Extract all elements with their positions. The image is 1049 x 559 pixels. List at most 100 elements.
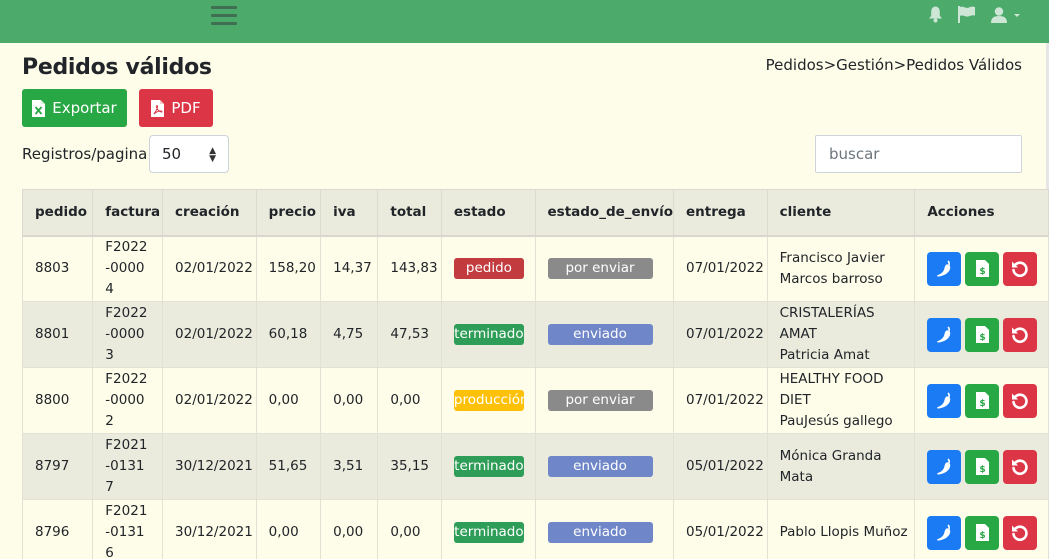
cell-total: 143,83 [377, 235, 442, 302]
table-row[interactable]: 8797 F2021-01317 30/12/2021 51,65 3,51 35,15 t… [21, 433, 1049, 500]
production-button[interactable] [927, 251, 962, 286]
registros-select[interactable]: 50 ▲ ▼ [149, 135, 229, 173]
cell-iva: 3,51 [320, 433, 379, 500]
column-header[interactable]: precio [255, 189, 322, 237]
production-button[interactable] [927, 317, 962, 352]
client-name-line1: HEALTHY FOOD DIET [779, 371, 884, 408]
cell-envio: enviado [534, 301, 674, 368]
cell-creacion: 30/12/2021 [162, 433, 257, 500]
cell-cliente: CRISTALERÍAS AMAT Patricia Amat [766, 301, 916, 368]
undo-button[interactable] [1003, 515, 1038, 550]
registros-label: Registros/pagina: [22, 145, 153, 163]
cell-iva: 14,37 [320, 235, 379, 302]
chili-pepper-icon [937, 260, 951, 277]
cell-cliente: HEALTHY FOOD DIET PauJesús gallego [766, 367, 916, 434]
cell-acciones: $ [914, 499, 1049, 559]
cell-factura: F2022-00002 [92, 367, 164, 434]
column-header[interactable]: iva [320, 189, 379, 237]
cell-envio: por enviar [534, 235, 674, 302]
cell-factura: F2021-01317 [92, 433, 164, 500]
chili-pepper-icon [937, 457, 951, 475]
cell-acciones: $ [914, 235, 1049, 302]
cell-envio: por enviar [534, 367, 674, 434]
status-badge: producción [453, 390, 529, 411]
undo-icon [1012, 326, 1029, 343]
client-name-line2: PauJesús gallego [779, 413, 893, 429]
shipping-badge: enviado [547, 456, 653, 477]
column-header[interactable]: entrega [672, 189, 768, 237]
column-header[interactable]: pedido [21, 189, 94, 237]
cell-total: 0,00 [377, 499, 442, 559]
pdf-button[interactable]: PDF [139, 89, 213, 127]
column-header[interactable]: estado [440, 189, 536, 237]
table-row[interactable]: 8800 F2022-00002 02/01/2022 0,00 0,00 0,00 pro… [21, 367, 1049, 434]
cell-creacion: 02/01/2022 [162, 301, 257, 368]
column-header[interactable]: cliente [766, 189, 916, 237]
cell-estado: pedido [440, 235, 536, 302]
cell-total: 47,53 [377, 301, 442, 368]
cell-precio: 0,00 [255, 367, 322, 434]
bell-icon[interactable] [928, 6, 943, 23]
invoice-file-icon: $ [975, 524, 989, 541]
search-input[interactable] [815, 135, 1022, 173]
registros-value: 50 [162, 145, 182, 163]
cell-cliente: Pablo Llopis Muñoz [766, 499, 916, 559]
export-button[interactable]: Exportar [22, 89, 127, 127]
table-row[interactable]: 8796 F2021-01316 30/12/2021 0,00 0,00 0,00 ter… [21, 499, 1049, 559]
svg-text:$: $ [979, 267, 985, 277]
cell-iva: 0,00 [320, 499, 379, 559]
cell-envio: enviado [534, 433, 674, 500]
flag-icon[interactable] [957, 6, 976, 23]
table-row[interactable]: 8803 F2022-00004 02/01/2022 158,20 14,37 143,… [21, 235, 1049, 302]
client-name-line1: Francisco Javier [779, 249, 885, 266]
undo-icon [1012, 524, 1029, 541]
cell-precio: 60,18 [255, 301, 322, 368]
cell-pedido: 8800 [21, 367, 94, 434]
cell-creacion: 30/12/2021 [162, 499, 257, 559]
column-header[interactable]: estado_de_envío [534, 189, 674, 237]
column-header[interactable]: factura [92, 189, 164, 237]
cell-precio: 0,00 [255, 499, 322, 559]
cell-acciones: $ [914, 301, 1049, 368]
client-name-line1: CRISTALERÍAS AMAT [779, 305, 875, 342]
cell-estado: terminado [440, 433, 536, 500]
svg-text:$: $ [979, 465, 985, 475]
column-header[interactable]: total [377, 189, 442, 237]
invoice-button[interactable]: $ [965, 383, 1000, 418]
pdf-label: PDF [171, 99, 201, 117]
production-button[interactable] [927, 515, 962, 550]
cell-precio: 158,20 [255, 235, 322, 302]
undo-icon [1012, 458, 1029, 475]
table-row[interactable]: 8801 F2022-00003 02/01/2022 60,18 4,75 47,53 t… [21, 301, 1049, 368]
cell-estado: terminado [440, 301, 536, 368]
cell-cliente: Mónica Granda Mata [766, 433, 916, 500]
undo-button[interactable] [1003, 251, 1038, 286]
breadcrumb[interactable]: Pedidos>Gestión>Pedidos Válidos [766, 56, 1022, 74]
invoice-button[interactable]: $ [965, 251, 1000, 286]
undo-button[interactable] [1003, 383, 1038, 418]
column-header: Acciones [914, 189, 1049, 237]
cell-total: 0,00 [377, 367, 442, 434]
cell-entrega: 05/01/2022 [672, 433, 768, 500]
production-button[interactable] [927, 449, 962, 484]
hamburger-icon[interactable] [211, 6, 237, 26]
chili-pepper-icon [937, 523, 951, 541]
user-icon[interactable] [990, 7, 1022, 24]
invoice-button[interactable]: $ [965, 515, 1000, 550]
chili-pepper-icon [937, 391, 951, 409]
column-header[interactable]: creación [162, 189, 257, 237]
client-name-line2: Patricia Amat [779, 347, 870, 363]
undo-button[interactable] [1003, 317, 1038, 352]
client-name-line1: Mónica Granda Mata [779, 447, 882, 485]
invoice-button[interactable]: $ [965, 317, 1000, 352]
cell-factura: F2021-01316 [92, 499, 164, 559]
export-label: Exportar [52, 99, 117, 117]
undo-button[interactable] [1003, 449, 1038, 484]
cell-estado: terminado [440, 499, 536, 559]
shipping-badge: enviado [547, 522, 653, 543]
invoice-button[interactable]: $ [965, 449, 1000, 484]
svg-text:$: $ [979, 399, 985, 409]
production-button[interactable] [927, 383, 962, 418]
cell-factura: F2022-00004 [92, 235, 164, 302]
status-badge: terminado [453, 324, 524, 345]
